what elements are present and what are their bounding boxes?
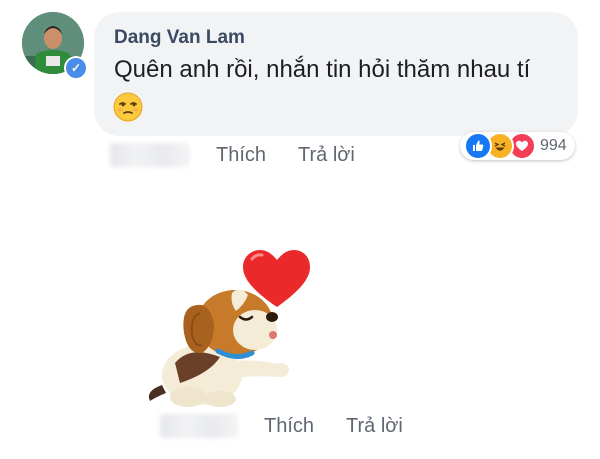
- reply-button[interactable]: Trả lời: [346, 415, 403, 438]
- like-reaction-icon: [464, 132, 492, 160]
- unamused-face-emoji-icon: [113, 92, 143, 122]
- comment-text: Quên anh rồi, nhắn tin hỏi thăm nhau tí: [114, 56, 531, 83]
- reaction-summary[interactable]: 994: [460, 132, 575, 160]
- blurred-timestamp: [160, 414, 238, 438]
- puppy-heart-sticker[interactable]: [140, 245, 315, 413]
- reaction-count: 994: [540, 137, 567, 154]
- comment-author[interactable]: Dang Van Lam: [114, 27, 245, 49]
- verified-badge-icon: ✓: [64, 56, 88, 80]
- like-button[interactable]: Thích: [264, 415, 314, 438]
- blurred-timestamp: [110, 143, 190, 167]
- reply-button[interactable]: Trả lời: [298, 144, 355, 167]
- like-button[interactable]: Thích: [216, 144, 266, 167]
